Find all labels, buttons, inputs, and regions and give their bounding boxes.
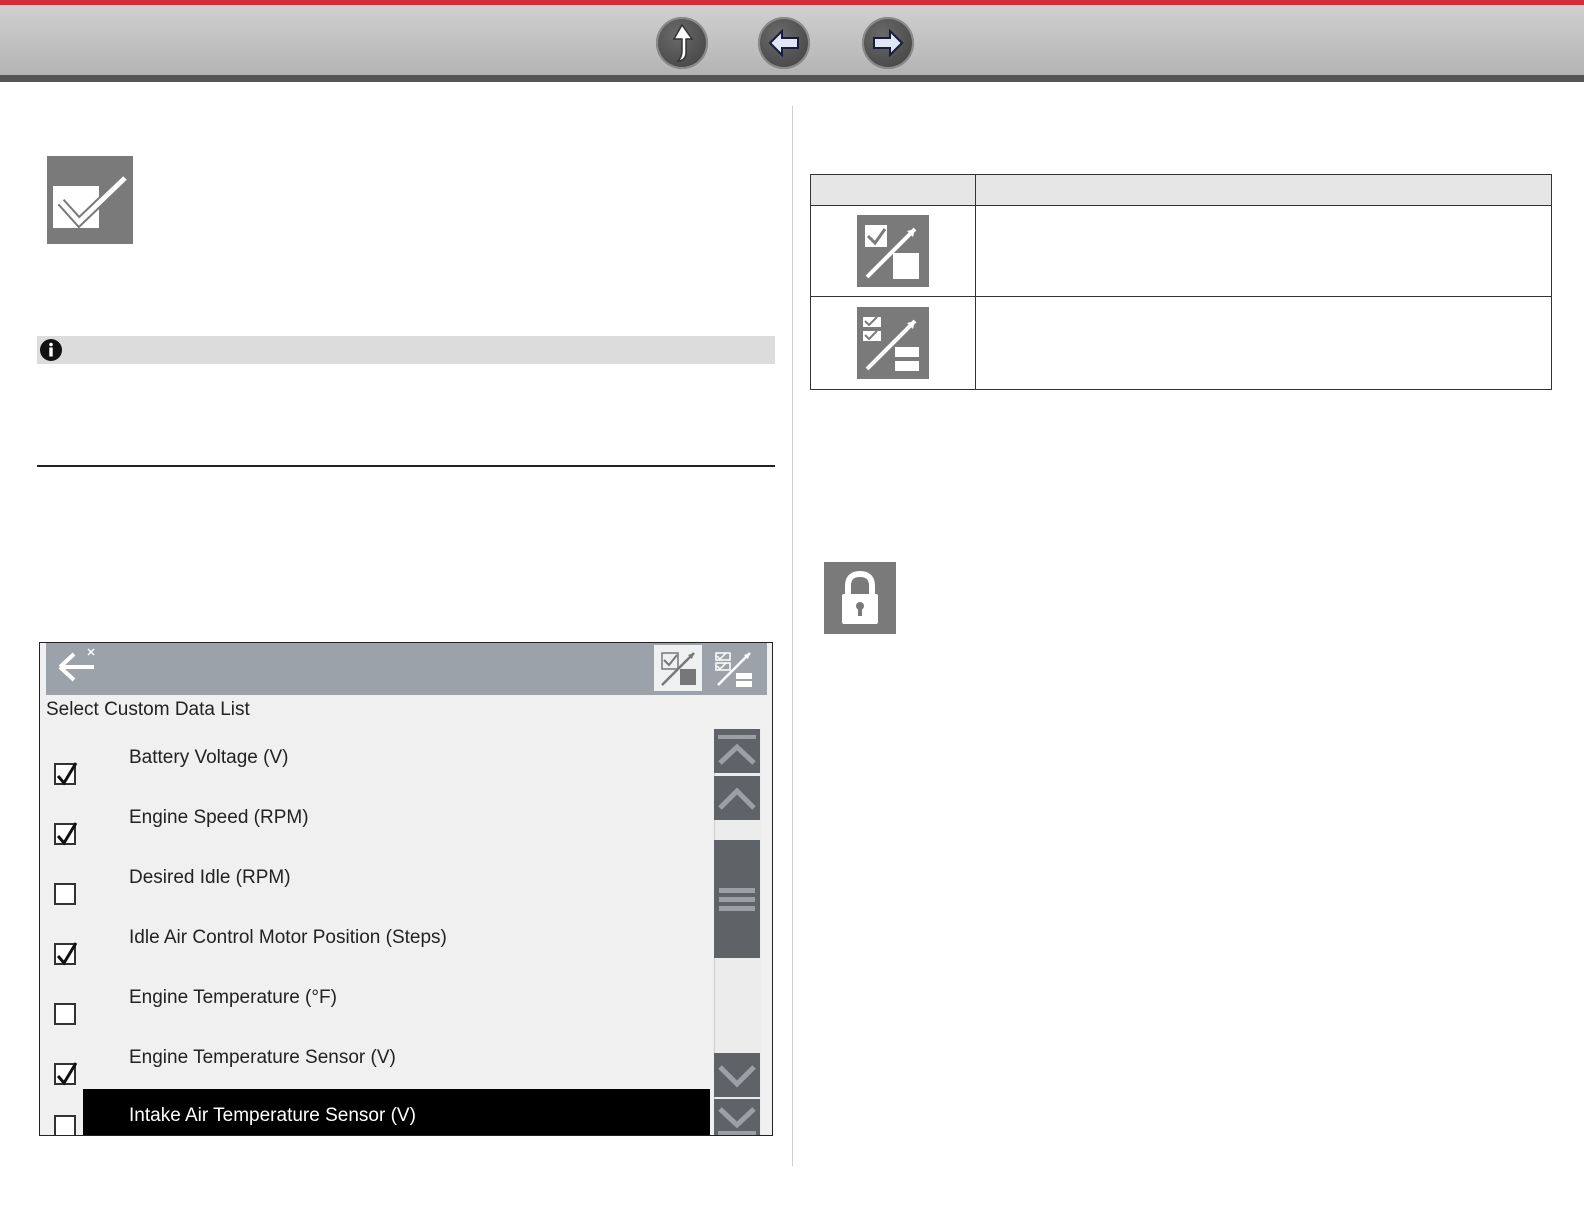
forward-arrow-icon bbox=[873, 28, 904, 58]
table-header bbox=[811, 175, 1551, 206]
note-bar bbox=[37, 336, 775, 364]
grip-icon bbox=[719, 888, 755, 911]
column-divider bbox=[792, 106, 793, 1166]
home-up-button[interactable] bbox=[656, 17, 708, 69]
scroll-bottom-button[interactable] bbox=[714, 1099, 760, 1135]
select-deselect-icon-box bbox=[857, 215, 929, 287]
checkmark-icon bbox=[56, 942, 78, 966]
chevron-up-icon bbox=[718, 787, 756, 810]
screen-toolbar bbox=[46, 643, 767, 695]
list-item[interactable]: Engine Temperature Sensor (V) bbox=[40, 1035, 710, 1095]
list-item[interactable]: Battery Voltage (V) bbox=[40, 735, 710, 795]
list-item-label: Engine Temperature Sensor (V) bbox=[129, 1047, 396, 1068]
section-rule bbox=[37, 465, 775, 467]
table-row-divider bbox=[811, 296, 1551, 297]
checkbox-unchecked[interactable] bbox=[54, 883, 76, 905]
scroll-top-button[interactable] bbox=[714, 729, 760, 773]
screen-title: Select Custom Data List bbox=[46, 699, 250, 720]
info-icon bbox=[40, 339, 62, 361]
chevron-down-icon bbox=[718, 1065, 756, 1088]
checkbox-unchecked[interactable] bbox=[54, 1003, 76, 1025]
device-screen: Select Custom Data List Battery Voltage … bbox=[39, 642, 773, 1136]
checkbox-checked[interactable] bbox=[54, 942, 78, 966]
back-button[interactable] bbox=[758, 17, 810, 69]
list-item[interactable]: Idle Air Control Motor Position (Steps) bbox=[40, 915, 710, 975]
select-deselect-icon bbox=[865, 225, 919, 279]
checkbox-checked[interactable] bbox=[54, 762, 78, 786]
list-item-label: Idle Air Control Motor Position (Steps) bbox=[129, 927, 447, 948]
select-all-icon-box bbox=[857, 307, 929, 379]
list-item[interactable]: Desired Idle (RPM) bbox=[40, 855, 710, 915]
back-arrow-icon bbox=[768, 28, 799, 58]
checkbox-feature-icon-box bbox=[47, 156, 133, 244]
checkmark-icon bbox=[56, 762, 78, 786]
lock-icon bbox=[842, 570, 878, 624]
home-up-icon bbox=[672, 23, 694, 62]
scroll-up-button[interactable] bbox=[714, 776, 760, 820]
list-item-label: Engine Temperature (°F) bbox=[129, 987, 337, 1008]
checkbox-checked[interactable] bbox=[54, 822, 78, 846]
checkbox-unchecked[interactable] bbox=[54, 1115, 76, 1135]
select-all-button[interactable] bbox=[710, 645, 758, 691]
icon-description-table bbox=[810, 174, 1552, 390]
list-item-label: Engine Speed (RPM) bbox=[129, 807, 309, 828]
double-chevron-down-icon bbox=[718, 1107, 756, 1135]
double-chevron-up-icon bbox=[718, 735, 756, 765]
back-exit-button[interactable] bbox=[52, 645, 100, 691]
select-deselect-icon bbox=[661, 652, 696, 686]
list-item[interactable]: Engine Speed (RPM) bbox=[40, 795, 710, 855]
list-item-label: Desired Idle (RPM) bbox=[129, 867, 291, 888]
scroll-down-button[interactable] bbox=[714, 1053, 760, 1097]
checkmark-icon bbox=[56, 822, 78, 846]
scrollbar-thumb[interactable] bbox=[714, 840, 760, 958]
select-deselect-button[interactable] bbox=[654, 645, 702, 691]
select-all-deselect-all-icon bbox=[715, 652, 752, 687]
lock-icon-box bbox=[824, 562, 896, 634]
table-column-divider bbox=[975, 175, 976, 389]
list-item-selected[interactable]: Intake Air Temperature Sensor (V) bbox=[40, 1089, 710, 1135]
list-item-label: Intake Air Temperature Sensor (V) bbox=[129, 1105, 416, 1126]
list-item-label: Battery Voltage (V) bbox=[129, 747, 289, 768]
checkmark-icon bbox=[56, 1062, 78, 1086]
back-exit-icon bbox=[58, 648, 95, 682]
checkbox-icon bbox=[53, 174, 129, 229]
forward-button[interactable] bbox=[862, 17, 914, 69]
select-all-deselect-all-icon bbox=[863, 316, 919, 371]
top-nav-bar bbox=[0, 0, 1584, 82]
list-item[interactable]: Engine Temperature (°F) bbox=[40, 975, 710, 1035]
checkbox-checked[interactable] bbox=[54, 1062, 78, 1086]
